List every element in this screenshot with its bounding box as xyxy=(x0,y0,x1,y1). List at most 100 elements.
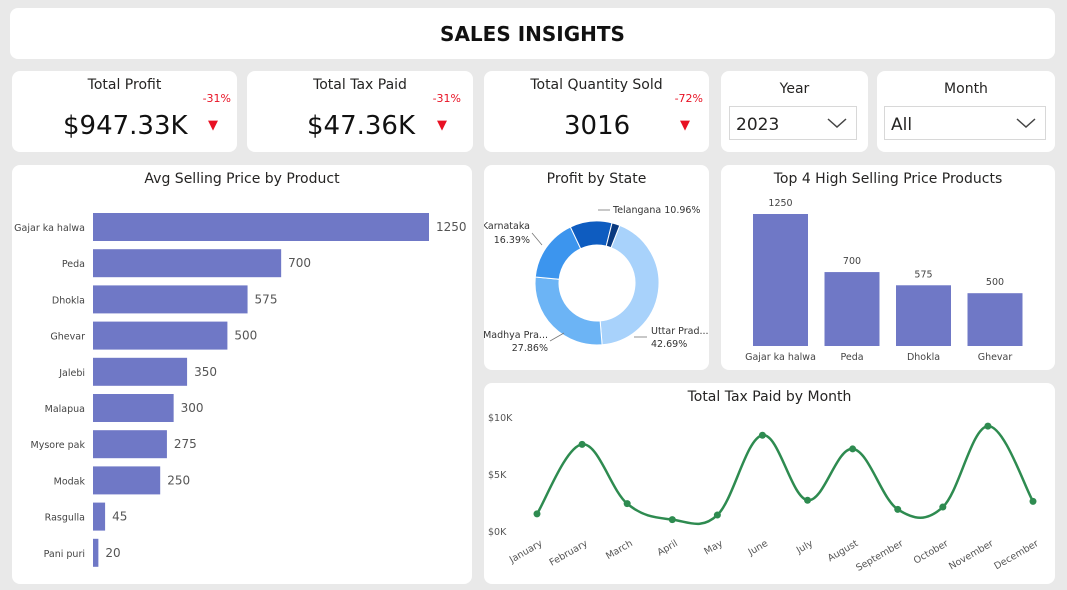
data-label: 1250 xyxy=(436,220,467,234)
x-tick-label: July xyxy=(794,538,815,557)
leader-line xyxy=(531,232,543,246)
x-tick-label: March xyxy=(604,538,635,562)
category-label: Ghevar xyxy=(978,352,1013,363)
data-point xyxy=(894,505,902,513)
category-label: Mysore pak xyxy=(31,440,86,451)
profit-by-state-donut: Uttar Prad... 42.69% Madhya Pra... 27.86% Ka… xyxy=(484,205,709,354)
bar xyxy=(93,357,188,386)
data-label: 250 xyxy=(167,473,190,487)
data-label: 700 xyxy=(843,256,861,267)
chevron-down-icon xyxy=(1016,118,1036,129)
bar xyxy=(93,466,161,495)
kpi-card-total-profit: Total Profit $947.33K -31% ▼ xyxy=(12,71,237,152)
slice-percent-label: 42.69% xyxy=(651,339,687,350)
data-point xyxy=(758,431,766,439)
data-point xyxy=(713,511,721,519)
year-dropdown-value: 2023 xyxy=(736,115,780,135)
data-label: 45 xyxy=(112,510,127,524)
kpi-delta: -72% xyxy=(674,92,703,105)
x-tick-label: April xyxy=(655,538,679,558)
down-arrow-icon: ▼ xyxy=(208,118,218,133)
x-tick-label: September xyxy=(854,538,905,574)
category-label: Modak xyxy=(54,476,86,487)
bar xyxy=(967,293,1023,346)
page-title: SALES INSIGHTS xyxy=(440,21,625,46)
down-arrow-icon: ▼ xyxy=(437,118,447,133)
slice-percent-label: 16.39% xyxy=(494,235,530,246)
data-point xyxy=(623,500,631,508)
data-label: 275 xyxy=(174,437,197,451)
x-tick-label: May xyxy=(702,538,725,558)
leader-line xyxy=(549,332,565,342)
series-line xyxy=(535,424,1035,526)
slice-percent-label: 27.86% xyxy=(512,343,548,354)
top4-products-card: Top 4 High Selling Price Products 1250 Ga… xyxy=(721,165,1055,370)
down-arrow-icon: ▼ xyxy=(680,118,690,133)
category-label: Gajar ka halwa xyxy=(745,352,816,363)
title-card: SALES INSIGHTS xyxy=(10,8,1055,59)
x-tick-label: February xyxy=(548,538,590,569)
data-point xyxy=(578,440,586,448)
chevron-down-icon xyxy=(827,118,847,129)
data-label: 300 xyxy=(181,401,204,415)
year-dropdown[interactable]: 2023 xyxy=(729,106,857,140)
slice-label: Karnataka xyxy=(484,221,530,232)
kpi-label: Total Tax Paid xyxy=(313,77,407,93)
year-slicer-label: Year xyxy=(779,81,810,97)
data-label: 700 xyxy=(288,256,311,270)
month-slicer-label: Month xyxy=(944,81,988,97)
bar xyxy=(93,394,174,422)
month-dropdown[interactable]: All xyxy=(884,106,1046,140)
data-point xyxy=(1029,497,1037,505)
data-label: 500 xyxy=(986,277,1004,288)
x-tick-label: August xyxy=(826,538,861,564)
kpi-label: Total Profit xyxy=(87,77,162,93)
bar xyxy=(93,430,167,459)
kpi-card-total-tax-paid: Total Tax Paid $47.36K -31% ▼ xyxy=(247,71,473,152)
slice-label: Telangana 10.96% xyxy=(612,205,700,216)
bar xyxy=(93,285,248,314)
slice-label: Madhya Pra... xyxy=(484,330,548,341)
top4-bar-chart: 1250 Gajar ka halwa 700 Peda 575 Dhokla 500 Ghe… xyxy=(745,198,1023,363)
year-slicer: Year 2023 xyxy=(721,71,868,152)
month-dropdown-value: All xyxy=(891,115,913,135)
kpi-value: 3016 xyxy=(564,111,631,141)
kpi-card-total-quantity-sold: Total Quantity Sold 3016 -72% ▼ xyxy=(484,71,709,152)
x-tick-label: June xyxy=(746,538,770,558)
data-label: 350 xyxy=(194,365,217,379)
y-tick-label: $0K xyxy=(488,527,507,538)
category-label: Peda xyxy=(840,352,863,363)
category-label: Dhokla xyxy=(52,295,85,306)
category-label: Gajar ka halwa xyxy=(14,223,85,234)
kpi-value: $947.33K xyxy=(63,111,188,141)
x-tick-label: October xyxy=(912,538,951,567)
bar xyxy=(896,285,951,346)
data-label: 500 xyxy=(234,329,257,343)
data-point xyxy=(533,510,541,518)
bar xyxy=(93,321,228,350)
y-tick-label: $5K xyxy=(488,470,507,481)
data-label: 575 xyxy=(914,269,932,280)
slice-label: Uttar Prad... xyxy=(651,326,709,337)
data-label: 1250 xyxy=(768,198,792,209)
bar xyxy=(93,249,282,278)
month-slicer: Month All xyxy=(877,71,1055,152)
bar xyxy=(753,214,808,346)
data-label: 20 xyxy=(105,546,120,560)
x-tick-label: January xyxy=(507,538,545,566)
kpi-value: $47.36K xyxy=(307,111,416,141)
category-label: Jalebi xyxy=(58,368,85,379)
x-tick-label: November xyxy=(947,538,995,572)
x-tick-label: December xyxy=(992,538,1040,572)
bar xyxy=(93,538,99,567)
data-point xyxy=(939,503,947,511)
data-point xyxy=(849,445,857,453)
category-label: Peda xyxy=(62,259,85,270)
bar xyxy=(824,272,880,346)
data-point xyxy=(668,516,676,524)
data-point xyxy=(804,496,812,504)
kpi-label: Total Quantity Sold xyxy=(530,77,663,93)
tax-by-month-card: Total Tax Paid by Month $0K $5K $10K Januar… xyxy=(484,383,1055,584)
category-label: Malapua xyxy=(45,404,85,415)
category-label: Pani puri xyxy=(44,549,85,560)
